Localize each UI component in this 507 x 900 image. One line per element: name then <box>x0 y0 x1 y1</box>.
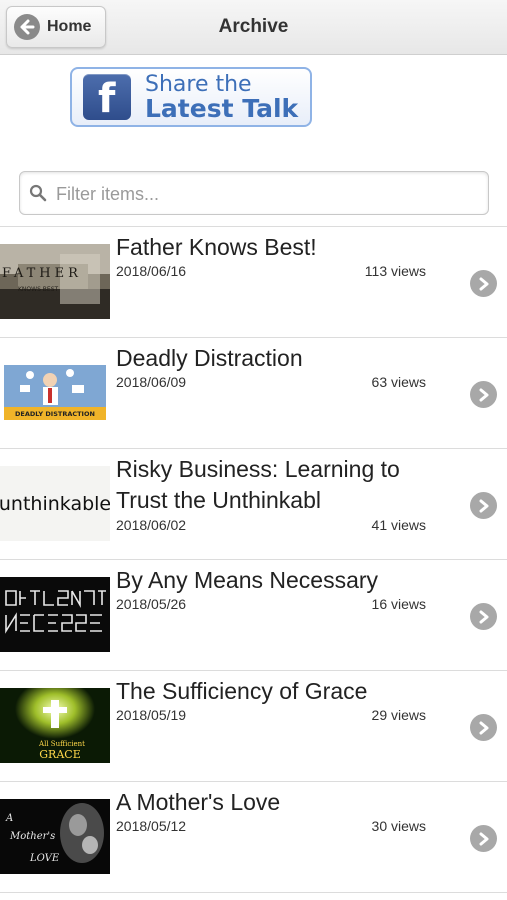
item-title: Risky Business: Learning to Trust the Un… <box>116 456 400 513</box>
thumb-text: unthinkable <box>0 493 110 515</box>
item-date: 2018/05/12 <box>116 818 187 834</box>
sufficiency-of-grace-thumbnail: All Sufficient GRACE <box>0 688 110 763</box>
talk-list: FATHER KNOWS BEST Father Knows Best! 201… <box>0 226 507 893</box>
svg-text:LOVE: LOVE <box>29 853 60 864</box>
svg-text:KNOWS BEST: KNOWS BEST <box>18 286 59 293</box>
chevron-right-icon <box>470 381 497 408</box>
list-item[interactable]: A Mother's LOVE A Mother's Love 2018/05/… <box>0 782 507 893</box>
item-views: 30 views <box>371 818 426 834</box>
item-date: 2018/06/02 <box>116 517 187 533</box>
item-title: The Sufficiency of Grace <box>116 678 368 704</box>
filter-input[interactable] <box>54 178 478 210</box>
chevron-right-icon <box>470 492 497 519</box>
svg-text:Mother's: Mother's <box>9 831 55 842</box>
item-title: Deadly Distraction <box>116 345 303 371</box>
search-icon <box>29 184 47 207</box>
list-item[interactable]: DEADLY DISTRACTION Deadly Distraction 20… <box>0 338 507 449</box>
share-line-2: Latest Talk <box>145 94 299 123</box>
list-item[interactable]: By Any Means Necessary 2018/05/26 16 vie… <box>0 560 507 671</box>
item-views: 16 views <box>371 596 426 612</box>
father-knows-best-thumbnail: FATHER KNOWS BEST <box>0 244 110 319</box>
svg-text:GRACE: GRACE <box>39 748 80 761</box>
mothers-love-thumbnail: A Mother's LOVE <box>0 799 110 874</box>
item-title: A Mother's Love <box>116 789 281 815</box>
chevron-right-icon <box>470 270 497 297</box>
facebook-share-button[interactable]: f Share the Latest Talk <box>70 67 312 127</box>
item-views: 63 views <box>371 374 426 390</box>
unthinkable-thumbnail: unthinkable <box>0 466 110 541</box>
svg-text:All Sufficient: All Sufficient <box>38 740 85 748</box>
item-views: 29 views <box>371 707 426 723</box>
item-date: 2018/05/19 <box>116 707 187 723</box>
header-bar: Home Archive <box>0 0 507 55</box>
deadly-distraction-thumbnail: DEADLY DISTRACTION <box>0 355 110 430</box>
item-date: 2018/06/09 <box>116 374 187 390</box>
item-views: 41 views <box>371 517 426 533</box>
by-any-means-necessary-thumbnail <box>0 577 110 652</box>
item-title: Father Knows Best! <box>116 234 317 260</box>
item-title: By Any Means Necessary <box>116 567 379 593</box>
filter-box <box>19 171 489 215</box>
share-button-text: Share the Latest Talk <box>145 73 299 123</box>
chevron-right-icon <box>470 714 497 741</box>
thumb-caption: DEADLY DISTRACTION <box>15 410 95 418</box>
chevron-right-icon <box>470 603 497 630</box>
list-item[interactable]: unthinkable Risky Business: Learning to … <box>0 449 507 560</box>
item-date: 2018/06/16 <box>116 263 187 279</box>
list-item[interactable]: All Sufficient GRACE The Sufficiency of … <box>0 671 507 782</box>
item-date: 2018/05/26 <box>116 596 187 612</box>
svg-text:FATHER: FATHER <box>2 266 82 281</box>
item-views: 113 views <box>364 263 426 279</box>
svg-text:A: A <box>5 813 13 824</box>
page-title: Archive <box>218 16 289 37</box>
list-item[interactable]: FATHER KNOWS BEST Father Knows Best! 201… <box>0 227 507 338</box>
facebook-icon: f <box>83 74 131 122</box>
chevron-right-icon <box>470 825 497 852</box>
